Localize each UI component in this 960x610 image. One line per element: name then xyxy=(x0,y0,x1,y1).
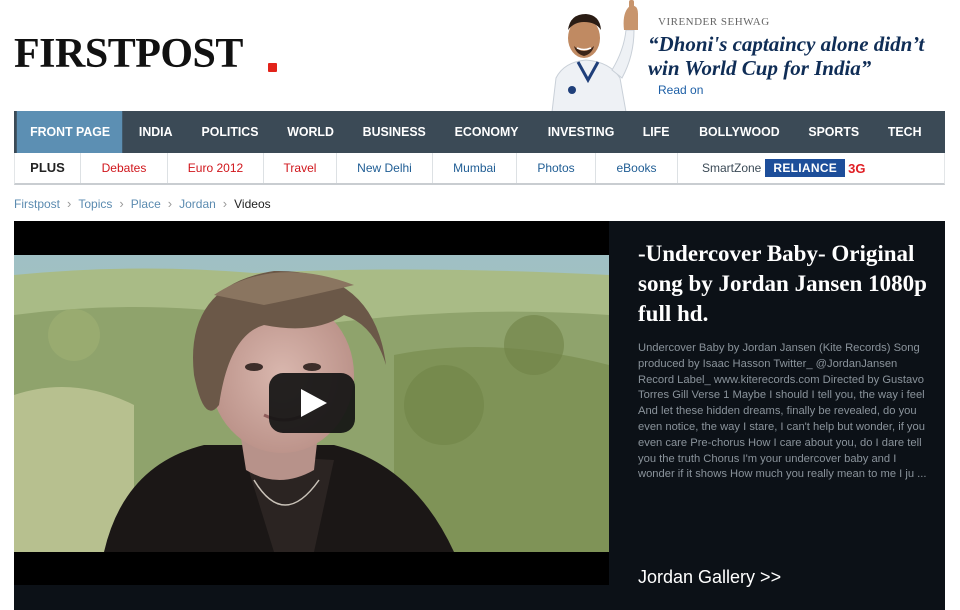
promo-quote[interactable]: “Dhoni's captaincy alone didn’t win Worl… xyxy=(648,32,948,80)
nav-item-front-page[interactable]: FRONT PAGE xyxy=(16,111,123,153)
nav-item-politics[interactable]: POLITICS xyxy=(189,111,271,153)
chevron-right-icon: › xyxy=(119,196,124,211)
breadcrumb-videos: Videos xyxy=(234,196,271,211)
smartzone-banner[interactable]: SmartZone RELIANCE 3G xyxy=(678,153,865,183)
site-header: FIRSTPOST VIRENDER SEHWAG “Dhoni's capta… xyxy=(0,0,960,112)
breadcrumb: Firstpost › Topics › Place › Jordan › Vi… xyxy=(14,196,271,211)
video-info: -Undercover Baby- Original song by Jorda… xyxy=(638,239,928,483)
video-panel: -Undercover Baby- Original song by Jorda… xyxy=(14,221,945,610)
nav-item-world[interactable]: WORLD xyxy=(274,111,345,153)
video-player[interactable] xyxy=(14,221,609,585)
subnav-item-photos[interactable]: Photos xyxy=(517,153,596,183)
main-nav: FRONT PAGE INDIA POLITICS WORLD BUSINESS… xyxy=(14,111,960,153)
sub-nav: PLUS Debates Euro 2012 Travel New Delhi … xyxy=(14,153,945,185)
nav-item-investing[interactable]: INVESTING xyxy=(536,111,627,153)
chevron-right-icon: › xyxy=(167,196,173,211)
nav-item-india[interactable]: INDIA xyxy=(127,111,185,153)
promo-byline: VIRENDER SEHWAG xyxy=(658,16,770,28)
nav-item-business[interactable]: BUSINESS xyxy=(350,111,438,153)
subnav-plus[interactable]: PLUS xyxy=(15,153,81,183)
nav-item-bollywood[interactable]: BOLLYWOOD xyxy=(686,111,791,153)
read-on-link[interactable]: Read on xyxy=(658,83,703,97)
subnav-item-ebooks[interactable]: eBooks xyxy=(596,153,678,183)
play-button[interactable] xyxy=(269,373,355,433)
subnav-item-euro-2012[interactable]: Euro 2012 xyxy=(168,153,264,183)
breadcrumb-place[interactable]: Place xyxy=(131,197,161,211)
nav-item-tech[interactable]: TECH xyxy=(875,111,933,153)
nav-item-sports[interactable]: SPORTS xyxy=(796,111,871,153)
nav-item-blogs[interactable]: BLOGS xyxy=(937,111,960,153)
nav-item-life[interactable]: LIFE xyxy=(631,111,682,153)
video-description: Undercover Baby by Jordan Jansen (Kite R… xyxy=(638,342,927,481)
breadcrumb-jordan[interactable]: Jordan xyxy=(179,197,216,211)
breadcrumb-topics[interactable]: Topics xyxy=(78,197,112,211)
breadcrumb-firstpost[interactable]: Firstpost xyxy=(14,197,60,211)
firstpost-logo[interactable]: FIRSTPOST xyxy=(14,30,243,78)
subnav-item-debates[interactable]: Debates xyxy=(81,153,168,183)
three-g-label: 3G xyxy=(848,160,866,176)
cricketer-photo[interactable] xyxy=(534,0,644,112)
nav-item-economy[interactable]: ECONOMY xyxy=(443,111,532,153)
subnav-item-new-delhi[interactable]: New Delhi xyxy=(337,153,433,183)
logo-dot-icon xyxy=(268,63,277,72)
subnav-item-travel[interactable]: Travel xyxy=(264,153,337,183)
smartzone-label: SmartZone xyxy=(702,161,762,175)
header-promo[interactable]: VIRENDER SEHWAG “Dhoni's captaincy alone… xyxy=(520,0,940,112)
chevron-right-icon: › xyxy=(67,196,72,211)
chevron-right-icon: › xyxy=(222,196,228,211)
jordan-gallery-link[interactable]: Jordan Gallery >> xyxy=(638,567,781,588)
video-title: -Undercover Baby- Original song by Jorda… xyxy=(638,241,927,326)
subnav-item-mumbai[interactable]: Mumbai xyxy=(433,153,517,183)
play-icon xyxy=(301,389,327,417)
reliance-logo: RELIANCE xyxy=(765,159,846,177)
